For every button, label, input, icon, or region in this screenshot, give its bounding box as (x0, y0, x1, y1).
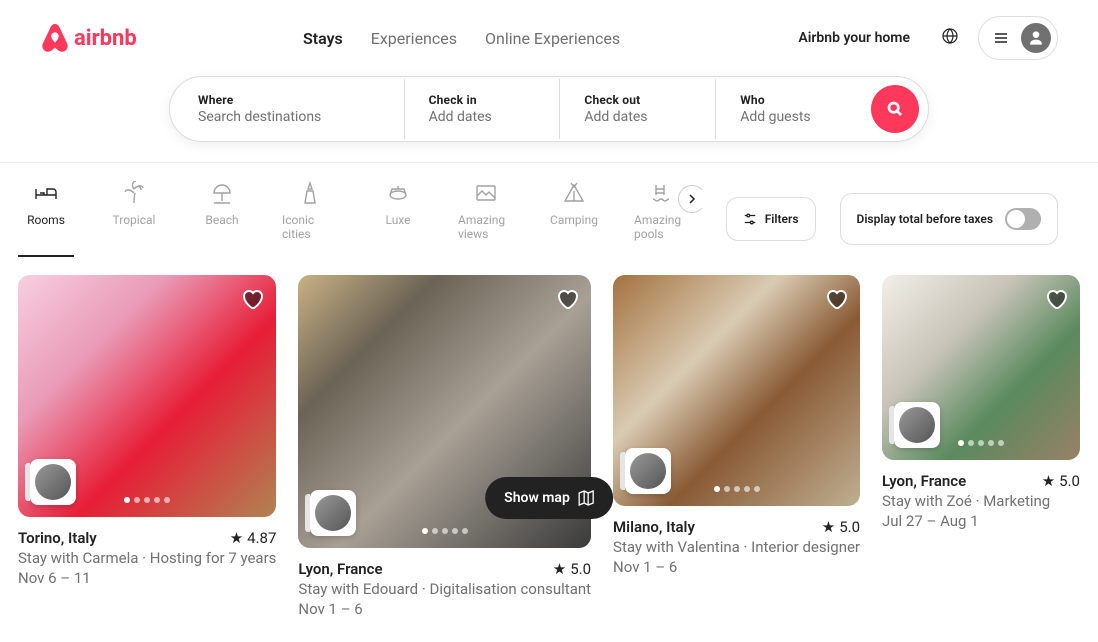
listing-dates: Nov 1 – 6 (298, 600, 591, 618)
header-right: Airbnb your home (786, 16, 1058, 60)
avatar-icon (1021, 23, 1051, 53)
listing-desc: Stay with Carmela · Hosting for 7 years (18, 549, 276, 567)
umbrella-icon (210, 181, 234, 205)
tax-toggle-switch[interactable] (1005, 208, 1041, 230)
listing-rating: ★ 5.0 (553, 560, 591, 578)
tax-toggle-label: Display total before taxes (857, 212, 994, 226)
globe-icon[interactable] (930, 16, 970, 60)
nav-tabs: Stays Experiences Online Experiences (303, 29, 620, 48)
host-avatar (35, 464, 71, 500)
listings-grid: Torino, Italy ★ 4.87 Stay with Carmela ·… (0, 257, 1098, 642)
search-who-placeholder: Add guests (740, 109, 847, 125)
listing-location: Lyon, France (882, 472, 966, 490)
category-tropical[interactable]: Tropical (106, 181, 162, 257)
tent-icon (562, 181, 586, 205)
carousel-dots (124, 497, 170, 503)
listing-card[interactable]: Torino, Italy ★ 4.87 Stay with Carmela ·… (18, 275, 276, 618)
wishlist-button[interactable] (1044, 287, 1068, 315)
listing-rating: ★ 5.0 (1042, 472, 1080, 490)
carousel-dots (958, 440, 1004, 446)
tab-online-experiences[interactable]: Online Experiences (485, 29, 620, 48)
host-avatar (630, 453, 666, 489)
category-luxe[interactable]: Luxe (370, 181, 426, 257)
listing-image[interactable] (613, 275, 860, 506)
pool-icon (650, 181, 674, 205)
listing-rating: ★ 5.0 (822, 518, 860, 536)
search-where-placeholder: Search destinations (198, 109, 380, 125)
listing-location: Milano, Italy (613, 518, 695, 536)
categories-scroller[interactable]: Rooms Tropical Beach Iconic cities Luxe … (18, 181, 702, 257)
host-avatar (315, 495, 351, 531)
search-checkin-label: Check in (429, 93, 536, 107)
search-button[interactable] (871, 85, 919, 133)
category-beach[interactable]: Beach (194, 181, 250, 257)
sliders-icon (743, 212, 757, 226)
category-camping[interactable]: Camping (546, 181, 602, 257)
header: airbnb Stays Experiences Online Experien… (0, 0, 1098, 76)
host-badge (310, 490, 356, 536)
listing-desc: Stay with Edouard · Digitalisation consu… (298, 580, 591, 598)
map-icon (578, 490, 594, 506)
filters-button[interactable]: Filters (726, 197, 816, 241)
wishlist-button[interactable] (555, 287, 579, 315)
show-map-button[interactable]: Show map (485, 477, 613, 519)
tab-experiences[interactable]: Experiences (371, 29, 457, 48)
user-menu[interactable] (978, 16, 1058, 60)
listing-image[interactable] (18, 275, 276, 517)
search-where[interactable]: Where Search destinations (170, 79, 404, 139)
listing-location: Lyon, France (298, 560, 382, 578)
search-checkout-placeholder: Add dates (584, 109, 691, 125)
search-checkin[interactable]: Check in Add dates (404, 79, 560, 139)
listing-dates: Nov 1 – 6 (613, 558, 860, 576)
brand-text: airbnb (74, 26, 137, 51)
wishlist-button[interactable] (240, 287, 264, 315)
listing-desc: Stay with Zoé · Marketing (882, 492, 1080, 510)
tower-icon (298, 181, 322, 205)
category-rooms[interactable]: Rooms (18, 181, 74, 257)
search-bar-container: Where Search destinations Check in Add d… (0, 76, 1098, 162)
listing-image[interactable] (882, 275, 1080, 460)
hamburger-icon (993, 30, 1009, 46)
tax-toggle: Display total before taxes (840, 193, 1059, 245)
chevron-right-icon (687, 194, 697, 204)
host-avatar (899, 407, 935, 443)
listing-dates: Jul 27 – Aug 1 (882, 512, 1080, 530)
search-bar: Where Search destinations Check in Add d… (169, 76, 929, 142)
carousel-dots (714, 486, 760, 492)
host-badge (625, 448, 671, 494)
listing-card[interactable]: Lyon, France ★ 5.0 Stay with Edouard · D… (298, 275, 591, 618)
carousel-dots (422, 528, 468, 534)
categories-next-button[interactable] (678, 185, 702, 213)
airbnb-your-home-link[interactable]: Airbnb your home (786, 18, 922, 58)
listing-desc: Stay with Valentina · Interior designer (613, 538, 860, 556)
palm-icon (122, 181, 146, 205)
search-checkin-placeholder: Add dates (429, 109, 536, 125)
search-where-label: Where (198, 93, 380, 107)
listing-card[interactable]: Milano, Italy ★ 5.0 Stay with Valentina … (613, 275, 860, 618)
logo[interactable]: airbnb (40, 22, 137, 54)
search-checkout-label: Check out (584, 93, 691, 107)
tab-stays[interactable]: Stays (303, 29, 343, 48)
filters-row: Rooms Tropical Beach Iconic cities Luxe … (0, 163, 1098, 257)
categories: Rooms Tropical Beach Iconic cities Luxe … (18, 181, 702, 257)
frame-icon (474, 181, 498, 205)
listing-rating: ★ 4.87 (230, 529, 277, 547)
category-iconic-cities[interactable]: Iconic cities (282, 181, 338, 257)
search-checkout[interactable]: Check out Add dates (559, 79, 715, 139)
host-badge (30, 459, 76, 505)
bed-icon (34, 181, 58, 205)
luxe-icon (386, 181, 410, 205)
listing-dates: Nov 6 – 11 (18, 569, 276, 587)
search-icon (887, 101, 903, 117)
search-who[interactable]: Who Add guests (715, 79, 871, 139)
search-who-label: Who (740, 93, 847, 107)
listing-location: Torino, Italy (18, 529, 97, 547)
host-badge (894, 402, 940, 448)
wishlist-button[interactable] (824, 287, 848, 315)
category-amazing-views[interactable]: Amazing views (458, 181, 514, 257)
listing-card[interactable]: Lyon, France ★ 5.0 Stay with Zoé · Marke… (882, 275, 1080, 618)
